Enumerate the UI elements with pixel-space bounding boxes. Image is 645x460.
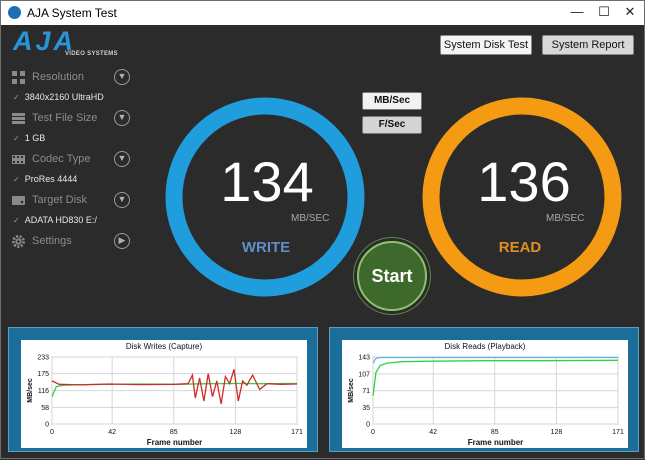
y-tick-label: 116 xyxy=(38,388,49,395)
file-size-label: Test File Size xyxy=(32,112,98,124)
codec-value: ✓ ProRes 4444 xyxy=(13,174,78,184)
start-button[interactable]: Start xyxy=(357,241,427,311)
x-tick-label: 0 xyxy=(50,429,54,436)
mb-sec-toggle[interactable]: MB/Sec xyxy=(362,92,422,110)
y-tick-label: 0 xyxy=(366,422,370,429)
read-speed-value: 136 xyxy=(477,150,571,213)
chevron-down-icon[interactable]: ▼ xyxy=(114,69,130,85)
y-tick-label: 143 xyxy=(358,355,370,362)
chevron-down-icon[interactable]: ▼ xyxy=(114,192,130,208)
disk-writes-graph: Disk Writes (Capture) 0 42 85 128 171 233 175 1… xyxy=(8,327,318,452)
film-icon xyxy=(12,155,25,164)
maximize-button[interactable]: ☐ xyxy=(591,3,617,21)
y-tick-label: 35 xyxy=(362,405,370,412)
chevron-down-icon[interactable]: ▼ xyxy=(114,151,130,167)
write-label: WRITE xyxy=(241,239,291,256)
y-tick-label: 0 xyxy=(45,422,49,429)
x-tick-label: 85 xyxy=(491,429,499,436)
file-size-icon xyxy=(12,113,25,124)
file-size-header[interactable]: Test File Size ▼ xyxy=(11,109,131,129)
write-speed-value: 134 xyxy=(220,150,314,213)
graph-title: Disk Reads (Playback) xyxy=(444,342,526,351)
y-tick-label: 233 xyxy=(37,355,49,362)
system-disk-test-button[interactable]: System Disk Test xyxy=(440,35,532,55)
y-tick-label: 107 xyxy=(358,371,370,378)
resolution-value: ✓ 3840x2160 UltraHD xyxy=(13,92,104,102)
chevron-down-icon[interactable]: ▼ xyxy=(114,110,130,126)
x-tick-label: 0 xyxy=(371,429,375,436)
y-tick-label: 71 xyxy=(362,388,370,395)
target-disk-label: Target Disk xyxy=(32,194,88,206)
check-icon: ✓ xyxy=(13,175,20,184)
resolution-label: Resolution xyxy=(32,71,84,83)
disk-icon xyxy=(12,196,25,205)
y-tick-label: 58 xyxy=(41,405,49,412)
chevron-right-icon[interactable]: ▶ xyxy=(114,233,130,249)
logo-subtitle: VIDEO SYSTEMS xyxy=(65,51,118,57)
x-axis-label: Frame number xyxy=(468,438,524,447)
system-report-button[interactable]: System Report xyxy=(542,35,634,55)
y-axis-label: MB/sec xyxy=(27,378,34,403)
gear-icon xyxy=(12,235,25,248)
app-icon xyxy=(8,6,21,19)
check-icon: ✓ xyxy=(13,134,20,143)
y-tick-label: 175 xyxy=(37,371,49,378)
settings-label: Settings xyxy=(32,235,72,247)
read-label: READ xyxy=(498,239,542,256)
x-tick-label: 171 xyxy=(291,429,303,436)
x-tick-label: 171 xyxy=(612,429,624,436)
disk-reads-graph: Disk Reads (Playback) 0 42 85 128 171 143 107 7… xyxy=(329,327,639,452)
read-speed-unit: MB/SEC xyxy=(546,213,585,224)
file-size-value: ✓ 1 GB xyxy=(13,133,46,143)
target-disk-header[interactable]: Target Disk ▼ xyxy=(11,191,131,211)
resolution-header[interactable]: Resolution ▼ xyxy=(11,68,131,88)
aja-logo: AJA VIDEO SYSTEMS xyxy=(12,26,123,62)
x-tick-label: 42 xyxy=(429,429,437,436)
close-button[interactable]: ✕ xyxy=(617,3,643,21)
codec-label: Codec Type xyxy=(32,153,91,165)
x-tick-label: 128 xyxy=(230,429,242,436)
minimize-button[interactable]: — xyxy=(564,3,590,21)
x-tick-label: 85 xyxy=(170,429,178,436)
graph-title: Disk Writes (Capture) xyxy=(125,342,203,351)
window-title: AJA System Test xyxy=(27,6,117,20)
x-tick-label: 128 xyxy=(551,429,563,436)
x-tick-label: 42 xyxy=(108,429,116,436)
title-bar: AJA System Test — ☐ ✕ xyxy=(1,1,644,25)
resolution-icon xyxy=(12,71,25,84)
y-axis-label: MB/sec xyxy=(348,378,355,403)
target-disk-value: ✓ ADATA HD830 E:/ xyxy=(13,215,97,225)
f-sec-toggle[interactable]: F/Sec xyxy=(362,116,422,134)
codec-header[interactable]: Codec Type ▼ xyxy=(11,150,131,170)
x-axis-label: Frame number xyxy=(147,438,203,447)
settings-header[interactable]: Settings ▶ xyxy=(11,232,131,252)
app-window: AJA System Test — ☐ ✕ AJA VIDEO SYSTEMS … xyxy=(0,0,645,459)
check-icon: ✓ xyxy=(13,216,20,225)
write-speed-unit: MB/SEC xyxy=(291,213,330,224)
check-icon: ✓ xyxy=(13,93,20,102)
